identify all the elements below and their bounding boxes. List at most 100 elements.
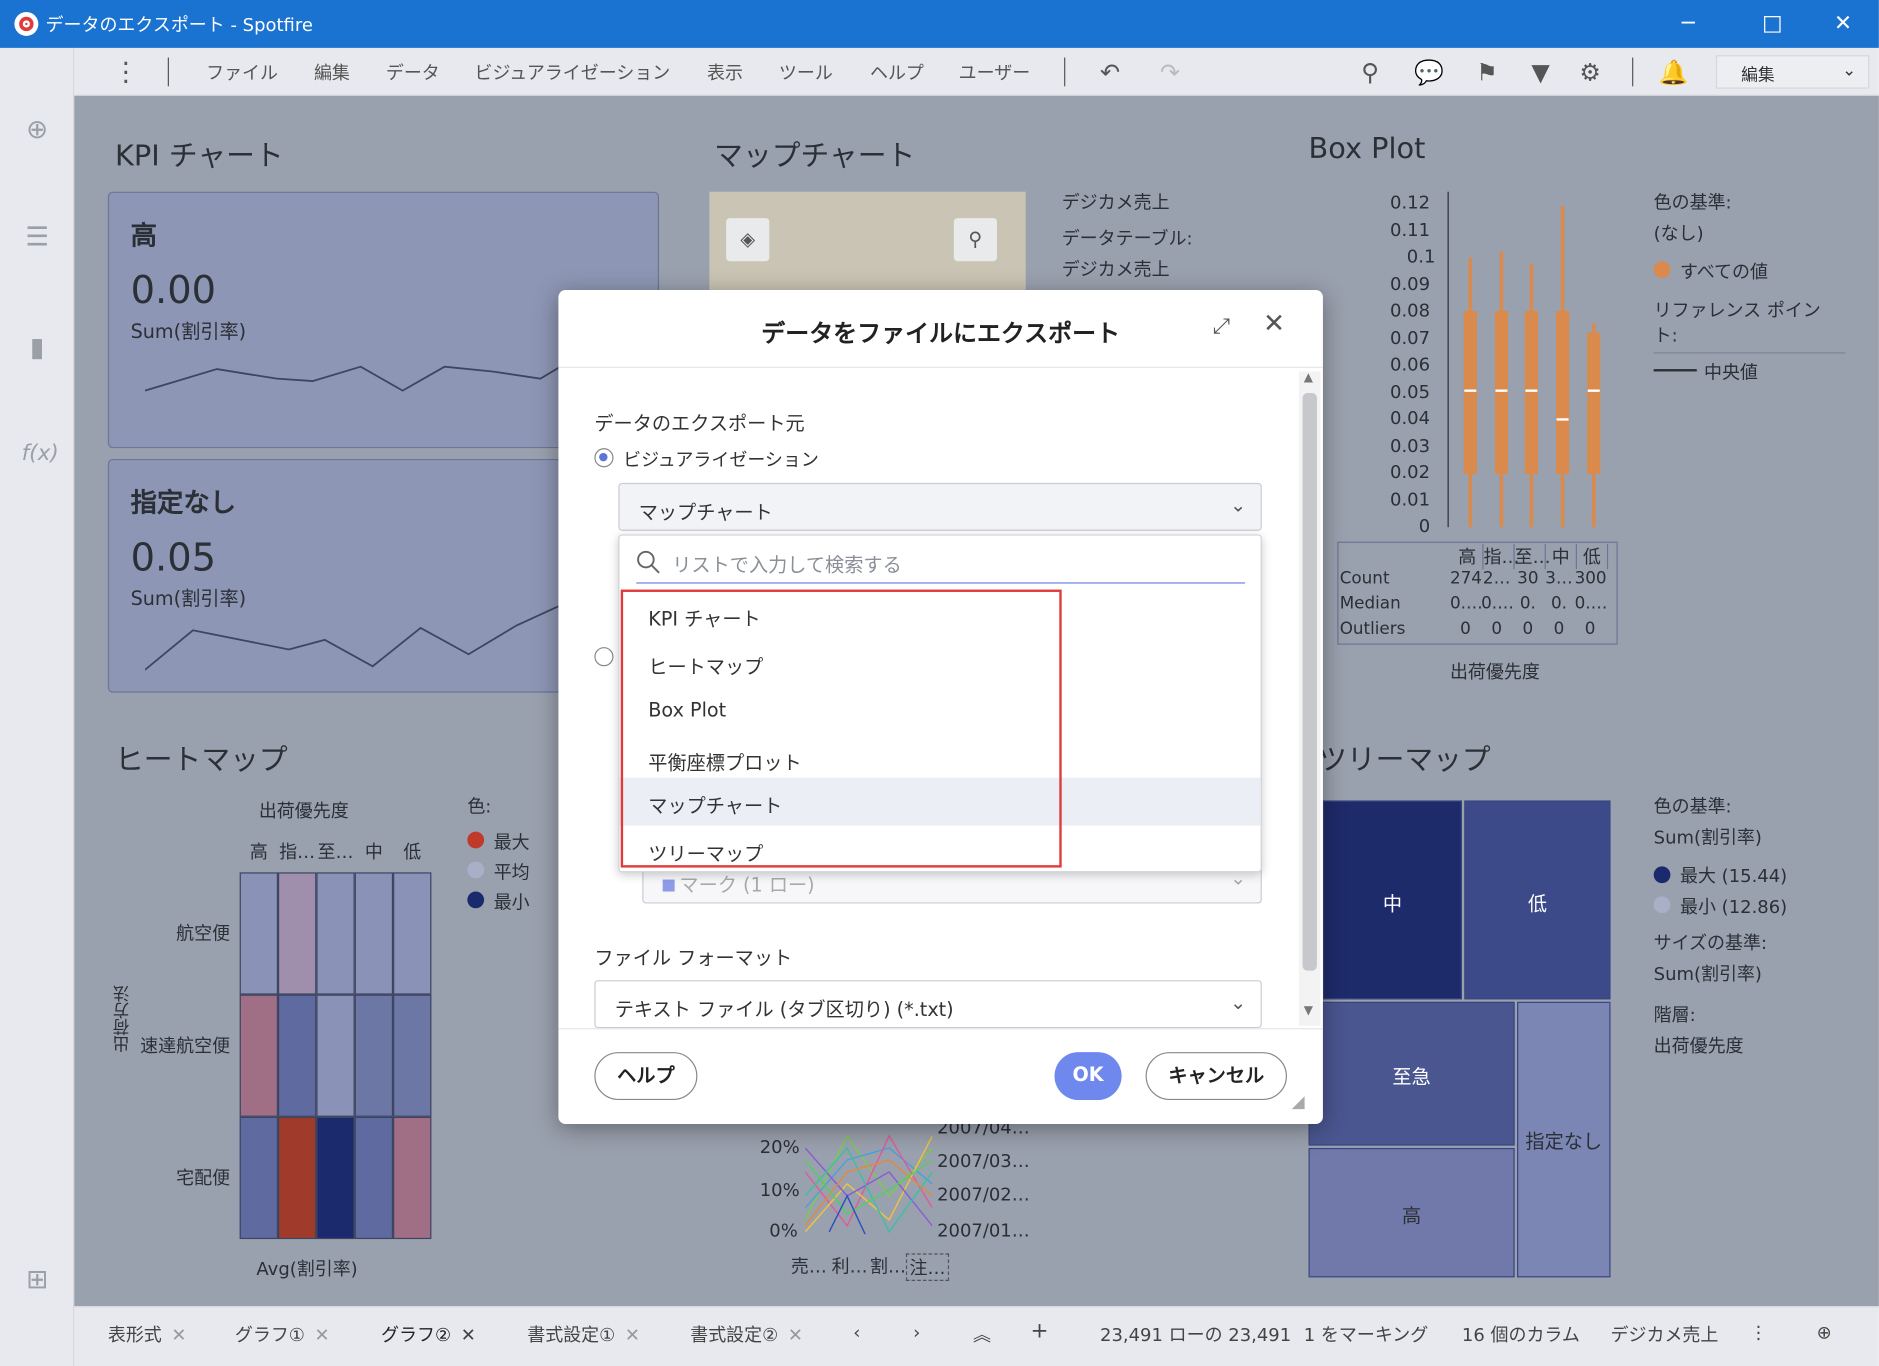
scroll-down-icon[interactable]: ▼ xyxy=(1304,1004,1313,1017)
notification-bell-icon[interactable]: 🔔 xyxy=(1658,58,1688,87)
close-window-button[interactable]: ✕ xyxy=(1815,7,1870,41)
spotfire-logo-icon xyxy=(14,11,39,36)
left-sidebar: ⊕ ☰ ▮ f(x) ⊞ xyxy=(0,47,75,1366)
menu-tools[interactable]: ツール xyxy=(779,60,833,85)
treemap-cell[interactable]: 中 xyxy=(1322,800,1462,1000)
heatmap-row-label: 速達航空便 xyxy=(140,1035,231,1057)
undo-icon[interactable]: ↶ xyxy=(1100,58,1120,87)
redo-icon[interactable]: ↷ xyxy=(1160,58,1180,87)
mode-select[interactable]: 編集 ⌄ xyxy=(1715,55,1870,89)
menu-visualization[interactable]: ビジュアライゼーション xyxy=(475,60,671,85)
tab-table[interactable]: 表形式 ✕ xyxy=(108,1322,187,1347)
tab-format1[interactable]: 書式設定① ✕ xyxy=(527,1322,640,1347)
tab-graph2[interactable]: グラフ② ✕ xyxy=(381,1322,476,1347)
export-source-label: データのエクスポート元 xyxy=(594,412,805,435)
search-icon[interactable]: ⚲ xyxy=(1361,58,1379,87)
menu-help[interactable]: ヘルプ xyxy=(870,60,924,85)
radio-other[interactable] xyxy=(594,647,614,667)
heatmap-col-label: 中 xyxy=(364,841,383,863)
radio-visualization[interactable] xyxy=(594,448,614,468)
bookmark-icon[interactable]: ⚑ xyxy=(1476,58,1497,87)
menu-bar: ⋮ ファイル 編集 データ ビジュアライゼーション 表示 ツール ヘルプ ユーザ… xyxy=(74,47,1879,96)
menu-data[interactable]: データ xyxy=(386,60,440,85)
scroll-up-icon[interactable]: ▲ xyxy=(1304,371,1313,384)
help-button[interactable]: ヘルプ xyxy=(594,1052,698,1101)
map-panel-title: マップチャート xyxy=(714,139,916,173)
menu-view[interactable]: 表示 xyxy=(707,60,743,85)
parallel-x-label: 割… xyxy=(869,1255,906,1278)
heatmap-row-label: 宅配便 xyxy=(176,1167,231,1189)
treemap-cell[interactable]: 低 xyxy=(1464,800,1611,1000)
search-input[interactable] xyxy=(672,550,1236,579)
heatmap-legend-avg: 平均 xyxy=(493,861,530,884)
map-tile[interactable]: ◈ ⚲ xyxy=(709,191,1026,290)
chevron-right-icon[interactable]: › xyxy=(913,1322,920,1344)
heatmap-cell[interactable] xyxy=(393,872,432,995)
map-search-icon[interactable]: ⚲ xyxy=(953,218,997,262)
heatmap-legend-max: 最大 xyxy=(493,831,530,854)
dialog-scrollbar-thumb[interactable] xyxy=(1302,393,1317,971)
heatmap-cell[interactable] xyxy=(354,1116,394,1240)
resize-grip-icon[interactable]: ◢ xyxy=(1292,1093,1305,1112)
menu-file[interactable]: ファイル xyxy=(206,60,278,85)
treemap-cell[interactable]: 至急 xyxy=(1308,1001,1515,1146)
boxplot-y-tick: 0.1 xyxy=(1406,245,1436,268)
flow-icon[interactable]: ⊞ xyxy=(22,1265,53,1296)
minimize-button[interactable]: ─ xyxy=(1661,7,1716,41)
bar-chart-icon[interactable]: ▮ xyxy=(22,333,53,364)
visualization-select[interactable]: マップチャート ⌄ xyxy=(618,482,1262,531)
ok-button[interactable]: OK xyxy=(1054,1052,1122,1101)
menu-edit[interactable]: 編集 xyxy=(314,60,350,85)
layers-icon[interactable]: ◈ xyxy=(726,218,770,262)
treemap-cell[interactable]: 高 xyxy=(1308,1147,1515,1278)
boxplot-table-frame xyxy=(1337,541,1618,645)
heatmap-cell[interactable] xyxy=(393,994,432,1117)
heatmap-cell[interactable] xyxy=(278,1116,317,1240)
map-legend-line: データテーブル: xyxy=(1061,227,1193,250)
heatmap-cell[interactable] xyxy=(316,1116,355,1240)
parallel-ytick: 20% xyxy=(759,1135,800,1158)
boxplot-legend-median: 中央値 xyxy=(1703,361,1758,384)
heatmap-panel-title: ヒートマップ xyxy=(115,742,288,777)
more-vertical-icon[interactable]: ⋮ xyxy=(113,58,139,88)
file-format-select[interactable]: テキスト ファイル (タブ区切り) (*.txt) ⌄ xyxy=(594,980,1262,1029)
kpi-panel-title: KPI チャート xyxy=(115,139,284,173)
add-tab-icon[interactable]: + xyxy=(1031,1318,1049,1343)
heatmap-cell[interactable] xyxy=(354,994,394,1117)
heatmap-cell[interactable] xyxy=(278,994,317,1117)
boxplot-legend-all: すべての値 xyxy=(1680,261,1768,283)
tab-format2[interactable]: 書式設定② ✕ xyxy=(690,1322,803,1347)
dialog-footer-divider xyxy=(558,1028,1323,1030)
heatmap-cell[interactable] xyxy=(354,872,394,995)
more-vertical-icon[interactable]: ⋮ xyxy=(1750,1322,1768,1344)
parallel-x-label: 注… xyxy=(905,1253,950,1281)
data-table-icon[interactable]: ☰ xyxy=(22,223,53,254)
gear-icon[interactable]: ⚙ xyxy=(1579,58,1600,87)
maximize-button[interactable]: □ xyxy=(1745,7,1800,41)
function-icon[interactable]: f(x) xyxy=(22,441,59,472)
expand-icon[interactable]: ⤢ xyxy=(1213,314,1230,339)
dropdown-search xyxy=(636,543,1246,584)
kpi-card[interactable]: 指定なし 0.05 Sum(割引率) xyxy=(107,458,564,693)
chevron-up-double-icon[interactable]: ︽ xyxy=(973,1322,991,1347)
heatmap-cell[interactable] xyxy=(239,1116,279,1240)
heatmap-cell[interactable] xyxy=(278,872,317,995)
comments-icon[interactable]: 💬 xyxy=(1414,58,1444,87)
filter-icon[interactable]: ▼ xyxy=(1531,58,1549,87)
tab-graph1[interactable]: グラフ① ✕ xyxy=(235,1322,330,1347)
heatmap-cell[interactable] xyxy=(316,994,355,1117)
menu-user[interactable]: ユーザー xyxy=(959,60,1031,85)
heatmap-cell[interactable] xyxy=(239,994,279,1117)
heatmap-cell[interactable] xyxy=(393,1116,432,1240)
heatmap-cell[interactable] xyxy=(239,872,279,995)
cancel-button[interactable]: キャンセル xyxy=(1145,1052,1287,1101)
treemap-legend-hier-title: 階層: xyxy=(1653,1004,1696,1026)
boxplot-y-tick: 0.02 xyxy=(1390,461,1431,483)
globe-icon[interactable]: ⊕ xyxy=(1817,1322,1832,1344)
add-circle-icon[interactable]: ⊕ xyxy=(22,115,53,146)
close-icon[interactable]: ✕ xyxy=(1263,309,1285,339)
heatmap-cell[interactable] xyxy=(316,872,355,995)
heatmap-grid[interactable] xyxy=(239,872,432,1240)
chevron-left-icon[interactable]: ‹ xyxy=(853,1322,860,1344)
treemap-cell[interactable]: 指定なし xyxy=(1517,1001,1611,1278)
